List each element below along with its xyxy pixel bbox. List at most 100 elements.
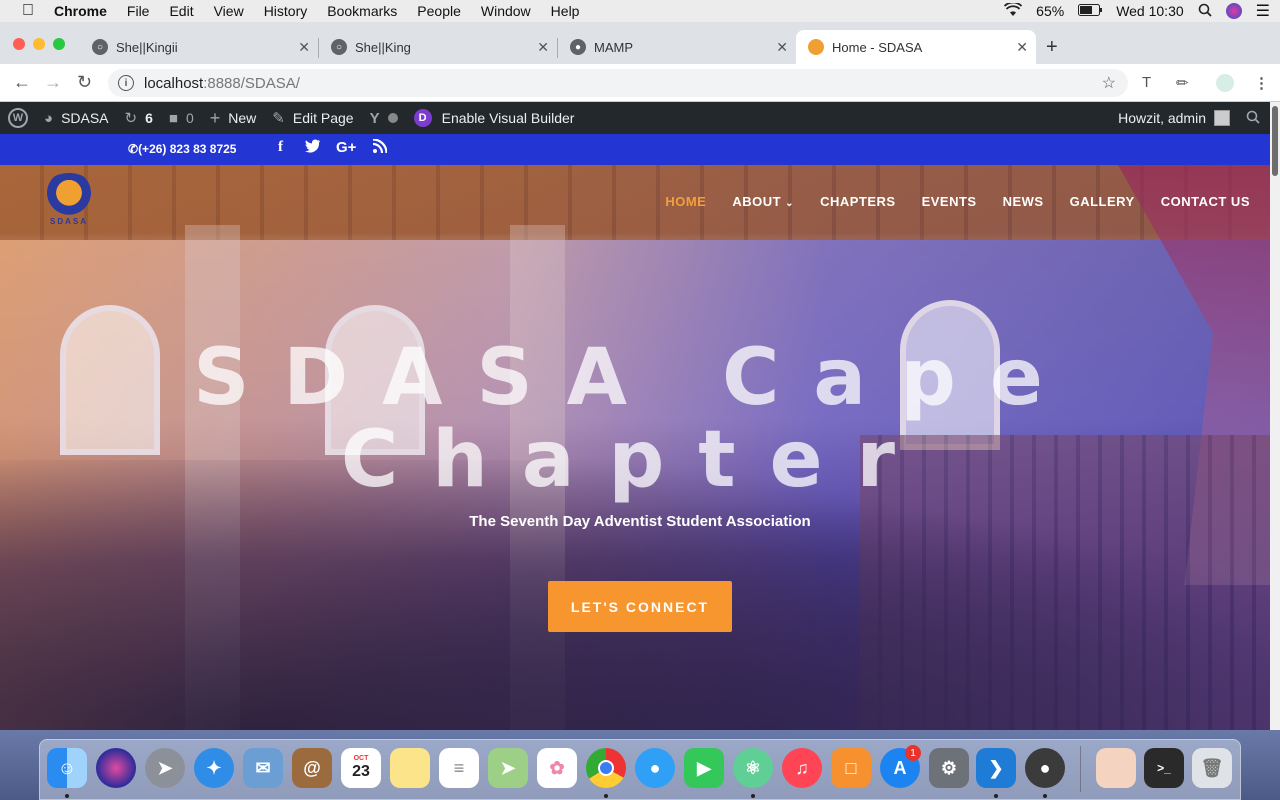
phone-number[interactable]: ✆(+26) 823 83 8725 [128, 142, 236, 156]
apple-icon[interactable]:  [20, 2, 36, 20]
calendar-day: 23 [352, 763, 370, 780]
mamp-icon[interactable]: ● [1025, 748, 1065, 788]
calendar-icon[interactable]: OCT 23 [341, 748, 381, 788]
close-tab-icon[interactable]: ✕ [1016, 39, 1028, 56]
atom-running-dot [751, 794, 755, 798]
extension-eyedropper-icon[interactable]: ✏ [1176, 74, 1189, 92]
safari-icon[interactable]: ✦ [194, 748, 234, 788]
close-window-button[interactable] [13, 38, 25, 50]
comments-button[interactable]: ■ 0 [169, 110, 194, 127]
finder-icon[interactable]: ☺ [47, 748, 87, 788]
close-tab-icon[interactable]: ✕ [537, 39, 549, 56]
menu-history[interactable]: History [264, 3, 308, 19]
menu-help[interactable]: Help [551, 3, 580, 19]
nav-chapters[interactable]: CHAPTERS [820, 194, 896, 209]
menu-app-name[interactable]: Chrome [54, 3, 107, 19]
vscode-icon[interactable]: ❯ [976, 748, 1016, 788]
rss-icon[interactable] [372, 138, 388, 157]
wordpress-logo-button[interactable]: W [8, 108, 28, 128]
new-label: New [228, 110, 257, 126]
siri-icon[interactable] [1225, 3, 1242, 19]
yoast-seo-button[interactable]: Y [370, 110, 398, 127]
google-plus-icon[interactable]: G+ [336, 139, 356, 156]
tab-home-sdasa[interactable]: Home - SDASA ✕ [796, 30, 1036, 64]
terminal-icon[interactable]: >_ [1144, 748, 1184, 788]
updates-button[interactable]: ↻ 6 [125, 109, 153, 127]
books-icon[interactable]: □ [831, 748, 871, 788]
tab-shelkingii[interactable]: ○ She||Kingii ✕ [80, 30, 318, 64]
facebook-icon[interactable]: f [278, 139, 283, 156]
spotlight-icon[interactable] [1198, 3, 1212, 20]
zoom-window-button[interactable] [53, 38, 65, 50]
lets-connect-button[interactable]: LET'S CONNECT [548, 581, 732, 632]
new-tab-button[interactable]: + [1046, 36, 1058, 59]
mail-icon[interactable]: ✉ [243, 748, 283, 788]
mamp-icon: ● [570, 39, 586, 55]
contacts-icon[interactable]: @ [292, 748, 332, 788]
menu-people[interactable]: People [417, 3, 461, 19]
globe-icon: ○ [331, 39, 347, 55]
site-logo[interactable]: SDASA [40, 173, 98, 229]
extension-icon[interactable] [1216, 74, 1234, 92]
address-bar[interactable]: i localhost:8888/SDASA/ ☆ [108, 69, 1128, 97]
menu-bookmarks[interactable]: Bookmarks [327, 3, 397, 19]
menu-window[interactable]: Window [481, 3, 531, 19]
reminders-icon[interactable]: ≡ [439, 748, 479, 788]
tab-shelking[interactable]: ○ She||King ✕ [319, 30, 557, 64]
photos-icon[interactable]: ✿ [537, 748, 577, 788]
itunes-icon[interactable]: ♫ [782, 748, 822, 788]
menu-file[interactable]: File [127, 3, 150, 19]
close-tab-icon[interactable]: ✕ [776, 39, 788, 56]
battery-icon[interactable] [1078, 3, 1103, 19]
nav-contact-us[interactable]: CONTACT US [1161, 194, 1250, 209]
facetime-icon[interactable]: ▶ [684, 748, 724, 788]
browser-toolbar: ← → ↻ i localhost:8888/SDASA/ ☆ T ✏ ⋮ [0, 64, 1280, 102]
preview-icon[interactable] [1096, 748, 1136, 788]
forward-button[interactable]: → [44, 72, 62, 93]
hero-title-line1: SDASA Cape [193, 333, 1077, 423]
clock[interactable]: Wed 10:30 [1116, 3, 1183, 19]
reload-button[interactable]: ↻ [77, 72, 92, 93]
site-name-button[interactable]: ◕ SDASA [44, 110, 109, 127]
notification-center-icon[interactable]: ☰ [1256, 1, 1270, 21]
nav-events[interactable]: EVENTS [922, 194, 977, 209]
edit-page-button[interactable]: ✎ Edit Page [272, 109, 353, 127]
nav-gallery[interactable]: GALLERY [1070, 194, 1135, 209]
battery-percent[interactable]: 65% [1036, 3, 1064, 19]
trash-icon[interactable]: 🗑 [1192, 748, 1232, 788]
atom-icon[interactable]: ⚛ [733, 748, 773, 788]
chrome-running-dot [604, 794, 608, 798]
site-name: SDASA [61, 110, 109, 126]
search-icon[interactable] [1246, 110, 1260, 127]
menu-view[interactable]: View [214, 3, 244, 19]
notes-icon[interactable] [390, 748, 430, 788]
nav-home[interactable]: HOME [665, 194, 706, 209]
messages-icon[interactable]: ● [635, 748, 675, 788]
chrome-icon[interactable] [586, 748, 626, 788]
info-icon[interactable]: i [118, 75, 134, 91]
enable-visual-builder-button[interactable]: D Enable Visual Builder [413, 109, 574, 127]
tab-mamp[interactable]: ● MAMP ✕ [558, 30, 796, 64]
nav-about[interactable]: ABOUT ⌄ [732, 194, 794, 209]
bookmark-star-icon[interactable]: ☆ [1102, 73, 1116, 93]
system-preferences-icon[interactable]: ⚙ [929, 748, 969, 788]
chrome-menu-icon[interactable]: ⋮ [1254, 74, 1269, 92]
new-content-button[interactable]: + New [210, 108, 257, 129]
siri-icon[interactable] [96, 748, 136, 788]
menu-edit[interactable]: Edit [169, 3, 193, 19]
twitter-icon[interactable] [305, 139, 321, 157]
avatar[interactable] [1214, 110, 1230, 126]
minimize-window-button[interactable] [33, 38, 45, 50]
back-button[interactable]: ← [13, 72, 31, 93]
page-scrollbar[interactable] [1270, 102, 1280, 730]
extension-text-icon[interactable]: T [1142, 74, 1151, 91]
close-tab-icon[interactable]: ✕ [298, 39, 310, 56]
app-store-badge: 1 [905, 745, 921, 761]
launchpad-icon[interactable]: ➤ [145, 748, 185, 788]
scrollbar-thumb[interactable] [1272, 106, 1278, 176]
maps-icon[interactable]: ➤ [488, 748, 528, 788]
greeting[interactable]: Howzit, admin [1118, 110, 1206, 126]
seo-status-dot [387, 113, 398, 123]
wifi-icon[interactable] [1004, 1, 1023, 20]
nav-news[interactable]: NEWS [1003, 194, 1044, 209]
